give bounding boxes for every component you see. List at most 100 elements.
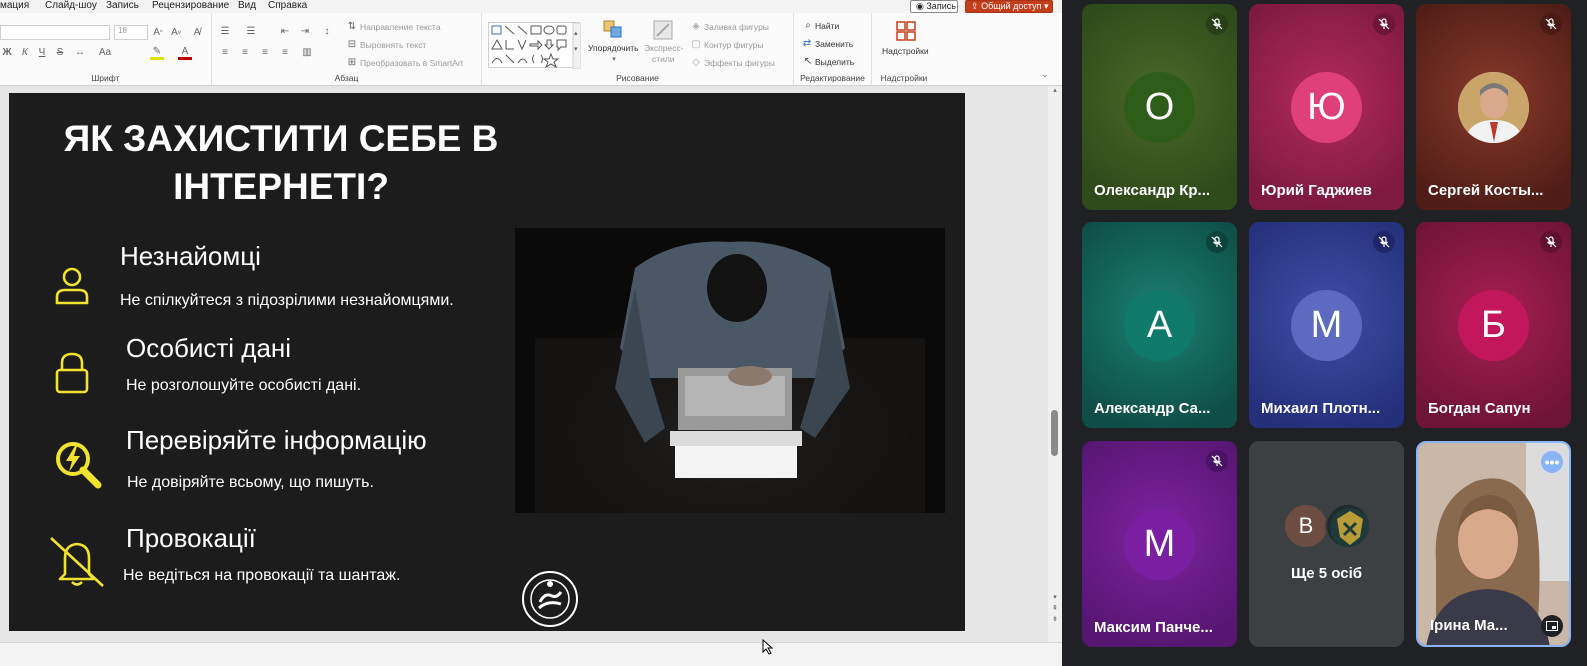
columns-icon[interactable]: ▥: [300, 46, 314, 60]
underline-button[interactable]: Ч: [37, 46, 47, 60]
shape-fill-button[interactable]: Заливка фигуры: [704, 22, 769, 32]
record-label: Запись: [926, 1, 956, 11]
mic-off-icon: [1206, 231, 1228, 253]
replace-button[interactable]: Заменить: [815, 39, 853, 49]
pip-icon[interactable]: [1541, 615, 1563, 637]
participant-name: Александр Са...: [1094, 400, 1211, 417]
editor-scrollbar[interactable]: ▴ ▾ ⇞ ⇟: [1048, 86, 1062, 642]
shape-outline-button[interactable]: Контур фигуры: [704, 40, 763, 50]
quick-styles-button[interactable]: Экспресс- стили: [642, 19, 684, 77]
participant-tile[interactable]: Ю Юрий Гаджиев: [1249, 4, 1404, 210]
item-heading-provocations: Провокації: [126, 523, 256, 553]
font-color-icon[interactable]: A: [178, 46, 192, 60]
share-button[interactable]: ⇪ Общий доступ ▾: [965, 0, 1053, 13]
scrollbar-thumb[interactable]: [1051, 410, 1058, 456]
share-icon: ⇪: [971, 1, 979, 11]
participant-tile[interactable]: М Максим Панче...: [1082, 441, 1237, 647]
mic-off-icon: [1206, 13, 1228, 35]
menu-animations[interactable]: мация: [0, 0, 29, 11]
participant-tile[interactable]: Б Богдан Сапун: [1416, 222, 1571, 428]
drawing-group-label: Рисование: [616, 73, 659, 83]
align-left-icon[interactable]: ≡: [218, 46, 232, 60]
more-participants-tile[interactable]: В Ще 5 осіб: [1249, 441, 1404, 647]
font-group-label: Шрифт: [91, 73, 120, 83]
arrange-button[interactable]: Упорядочить ▾: [588, 19, 640, 77]
highlight-icon[interactable]: ✎: [150, 46, 164, 60]
quick-styles-label-2: стили: [652, 54, 675, 64]
item-heading-personal-data: Особисті дані: [126, 333, 292, 363]
shapes-icon: ▴ ▾: [491, 22, 582, 70]
mouse-cursor-icon: [762, 639, 774, 655]
magnifier-bolt-icon: [56, 442, 102, 489]
bold-button[interactable]: Ж: [2, 46, 12, 60]
more-options-icon[interactable]: •••: [1541, 451, 1563, 473]
arrange-label: Упорядочить: [588, 43, 639, 53]
font-name-box[interactable]: [0, 25, 110, 40]
shapes-gallery[interactable]: ▴ ▾: [488, 22, 582, 70]
mic-off-icon: [1540, 231, 1562, 253]
clear-format-icon[interactable]: A̸: [190, 25, 204, 40]
increase-indent-icon[interactable]: ⇥: [298, 25, 312, 39]
participant-name: Сергей Косты...: [1428, 182, 1544, 199]
smartart-icon: ⊞: [347, 57, 357, 68]
previous-slide-icon[interactable]: ⇞: [1051, 604, 1059, 612]
participant-tile[interactable]: Сергей Косты...: [1416, 4, 1571, 210]
numbering-icon[interactable]: ☰: [244, 25, 258, 39]
next-slide-icon[interactable]: ⇟: [1051, 615, 1059, 623]
record-button[interactable]: ◉ Запись: [910, 0, 958, 13]
powerpoint-window: мация Слайд-шоу Запись Рецензирование Ви…: [0, 0, 1062, 666]
participant-tile[interactable]: А Александр Са...: [1082, 222, 1237, 428]
collapse-ribbon-icon[interactable]: ⌄: [1040, 69, 1050, 79]
italic-button[interactable]: К: [20, 46, 30, 60]
meeting-participants-grid: О Олександр Кр... Ю Юрий Гаджиев Сергей …: [1062, 0, 1587, 666]
status-bar: [0, 639, 1062, 666]
editing-group-label: Редактирование: [800, 73, 865, 83]
smartart-button[interactable]: Преобразовать в SmartArt: [360, 58, 463, 68]
participant-name: Юрий Гаджиев: [1261, 182, 1372, 199]
align-text-button[interactable]: Выровнять текст: [360, 40, 426, 50]
laptop-photo-image: [515, 228, 945, 513]
participant-name: Богдан Сапун: [1428, 400, 1531, 417]
shape-fill-icon: ◈: [692, 21, 700, 32]
menu-view[interactable]: Вид: [238, 0, 256, 11]
font-size-value: 18: [118, 26, 127, 35]
drawing-group: ▴ ▾ Упорядочить ▾ Экспресс- стили ◈ Зали…: [482, 13, 794, 86]
participant-name: Олександр Кр...: [1094, 182, 1211, 199]
shape-effects-button[interactable]: Эффекты фигуры: [704, 58, 775, 68]
addins-button[interactable]: Надстройки: [878, 19, 932, 63]
mic-off-icon: [1540, 13, 1562, 35]
lock-icon: [55, 352, 89, 394]
line-spacing-icon[interactable]: ↕: [320, 25, 334, 39]
addins-group-label: Надстройки: [880, 73, 928, 83]
menu-help[interactable]: Справка: [268, 0, 307, 11]
change-case-icon[interactable]: Aa: [96, 46, 114, 60]
decrease-indent-icon[interactable]: ⇤: [278, 25, 292, 39]
svg-text:▾: ▾: [574, 46, 578, 53]
font-size-box[interactable]: 18: [114, 25, 148, 40]
select-button[interactable]: Выделить: [815, 57, 854, 67]
replace-icon: ⇄: [802, 38, 812, 49]
bell-off-icon: [50, 537, 104, 587]
menu-record[interactable]: Запись: [106, 0, 139, 11]
align-right-icon[interactable]: ≡: [258, 46, 272, 60]
find-button[interactable]: Найти: [815, 21, 839, 31]
spacing-icon[interactable]: ↔: [74, 46, 86, 60]
item-text-strangers: Не спілкуйтеся з підозрілими незнайомцям…: [120, 292, 454, 309]
strikethrough-button[interactable]: S: [55, 46, 65, 60]
profile-photo-icon: [1458, 72, 1529, 143]
text-direction-button[interactable]: Направление текста: [360, 22, 441, 32]
menu-slideshow[interactable]: Слайд-шоу: [45, 0, 97, 11]
menu-review[interactable]: Рецензирование: [152, 0, 229, 11]
bullets-icon[interactable]: ☰: [218, 25, 232, 39]
justify-icon[interactable]: ≡: [278, 46, 292, 60]
scroll-down-icon[interactable]: ▾: [1051, 593, 1059, 601]
participant-tile[interactable]: О Олександр Кр...: [1082, 4, 1237, 210]
slide[interactable]: ЯК ЗАХИСТИТИ СЕБЕ В ІНТЕРНЕТІ? Незнайомц…: [9, 93, 965, 631]
align-center-icon[interactable]: ≡: [238, 46, 252, 60]
scroll-up-icon[interactable]: ▴: [1051, 86, 1059, 94]
participant-tile-active[interactable]: ••• Ірина Ма...: [1416, 441, 1571, 647]
participant-tile[interactable]: М Михаил Плотн...: [1249, 222, 1404, 428]
participant-name: Максим Панче...: [1094, 619, 1213, 636]
decrease-font-icon[interactable]: Av: [170, 25, 182, 40]
increase-font-icon[interactable]: A ^: [152, 25, 164, 40]
